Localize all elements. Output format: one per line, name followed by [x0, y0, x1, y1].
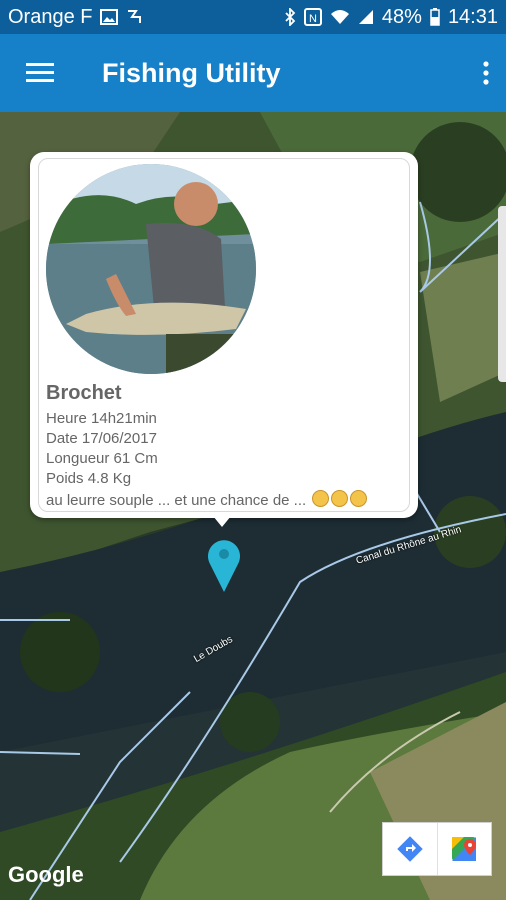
laughing-emoji-icon: [312, 490, 330, 507]
bluetooth-icon: [284, 8, 296, 26]
catch-info-window[interactable]: Brochet Heure 14h21min Date 17/06/2017 L…: [30, 152, 418, 518]
laughing-emoji-icon: [350, 490, 368, 507]
google-attribution: Google: [8, 862, 84, 887]
info-window-pointer: [213, 516, 231, 527]
svg-text:N: N: [309, 13, 317, 25]
catch-comment-text: au leurre souple ... et une chance de ..…: [46, 492, 307, 509]
map-marker-icon[interactable]: [206, 534, 242, 594]
side-drawer-handle[interactable]: [498, 206, 506, 382]
battery-icon: [430, 8, 440, 26]
more-vert-icon[interactable]: [466, 34, 506, 112]
hamburger-menu-icon[interactable]: [0, 34, 80, 112]
wifi-icon: [330, 9, 350, 25]
catch-date: Date 17/06/2017: [46, 430, 157, 447]
carrier-name: Orange F: [8, 5, 93, 28]
status-bar: Orange F N 48% 14:31: [0, 0, 506, 34]
app-bar: Fishing Utility: [0, 34, 506, 112]
catch-comment: au leurre souple ... et une chance de ..…: [46, 490, 368, 509]
nfc-icon: N: [303, 8, 322, 26]
app-title: Fishing Utility: [102, 57, 281, 88]
signal-icon: [358, 9, 374, 25]
clock: 14:31: [447, 5, 498, 28]
laughing-emoji-icon: [331, 490, 349, 507]
google-maps-icon[interactable]: [436, 823, 492, 875]
catch-weight: Poids 4.8 Kg: [46, 470, 132, 487]
sync-icon: [126, 9, 142, 25]
catch-photo: [46, 164, 256, 374]
catch-time: Heure 14h21min: [46, 410, 157, 427]
catch-species: Brochet: [46, 382, 122, 404]
catch-length: Longueur 61 Cm: [46, 450, 158, 467]
directions-icon[interactable]: [383, 823, 437, 875]
image-icon: [100, 9, 119, 25]
battery-percent: 48%: [381, 5, 422, 28]
map-toolbar: [382, 822, 492, 876]
